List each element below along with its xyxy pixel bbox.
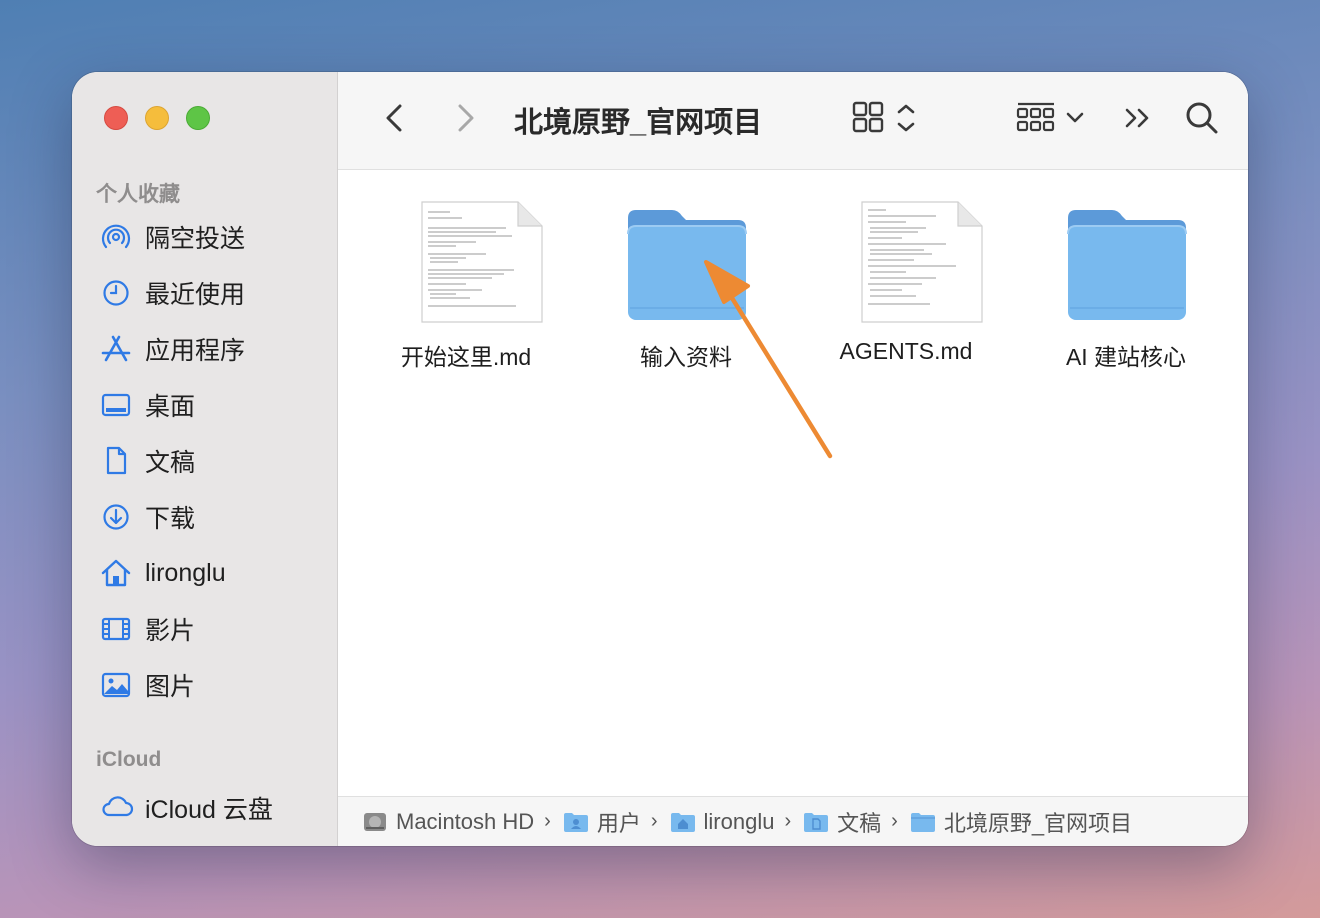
document-thumbnail [366,198,566,328]
folder-icon [627,210,747,320]
sidebar-item-pictures[interactable]: 图片 [72,657,337,713]
chevron-right-icon: › [784,810,792,832]
file-name: AI 建站核心 [1065,344,1187,370]
sidebar-item-label: 最近使用 [145,281,246,309]
grid-view-icon [852,101,884,133]
folder-icon [910,812,935,832]
sidebar-item-label: 影片 [145,617,196,645]
view-mode-button[interactable] [850,98,920,138]
sidebar-item-documents[interactable]: 文稿 [72,433,337,489]
path-crumb-current-folder[interactable]: 北境原野_官网项目 [910,806,1132,838]
folder-thumbnail [586,198,786,328]
sidebar-item-downloads[interactable]: 下载 [72,489,337,545]
forward-button[interactable] [450,98,480,138]
chevron-right-icon: › [544,810,551,832]
chevron-right-icon: › [891,810,898,832]
file-grid: 开始这里.md 输入资料 AGENTS.md AI 建站核心 [338,170,1248,796]
file-item[interactable]: AGENTS.md [806,198,1006,365]
window-title: 北境原野_官网项目 [514,107,763,139]
folder-thumbnail [1026,198,1226,328]
markdown-document-icon [421,201,543,323]
folder-item[interactable]: 输入资料 [586,198,786,372]
path-bar: Macintosh HD › 用户 › lironglu › 文稿 › 北境原野… [338,796,1248,846]
zoom-button[interactable] [186,106,210,130]
back-button[interactable] [380,98,410,138]
group-button[interactable] [1014,98,1090,138]
sidebar-item-home[interactable]: lironglu [72,545,337,601]
file-name: AGENTS.md [839,338,973,364]
sidebar-item-desktop[interactable]: 桌面 [72,377,337,433]
home-folder-icon [670,812,695,832]
airdrop-icon [101,224,131,249]
sidebar-item-applications[interactable]: 应用程序 [72,321,337,377]
users-folder-icon [563,812,588,832]
chevron-right-icon: › [650,810,658,832]
folder-icon [1067,210,1187,320]
search-button[interactable] [1184,98,1220,138]
document-thumbnail [806,198,1006,328]
path-crumb-macintosh-hd[interactable]: Macintosh HD [362,809,534,835]
hard-drive-icon [364,812,386,831]
more-button[interactable] [1122,98,1156,138]
home-icon [101,559,131,587]
documents-folder-icon [804,812,829,832]
sidebar-item-label: 下载 [145,505,196,533]
main-pane: 北境原野_官网项目 开始这里.md 输入资料 AGENTS.md AI 建站核心… [338,72,1248,846]
markdown-document-icon [861,201,983,323]
file-name: 开始这里.md [400,344,532,370]
photo-icon [101,672,131,698]
file-name: 输入资料 [640,344,732,370]
sidebar-item-label: 图片 [145,673,196,701]
group-icon [1016,102,1055,132]
sidebar-item-label: 文稿 [145,449,196,477]
path-crumb-label: Macintosh HD [396,808,535,834]
path-crumb-home[interactable]: lironglu [670,808,775,835]
sidebar-item-icloud-drive[interactable]: iCloud 云盘 [72,778,337,834]
path-crumb-label: lironglu [703,808,775,834]
applications-icon [101,335,131,362]
sidebar-item-label: iCloud 云盘 [145,796,273,824]
sidebar-item-recents[interactable]: 最近使用 [72,265,337,321]
cloud-icon [102,796,134,817]
folder-item[interactable]: AI 建站核心 [1026,198,1226,372]
search-icon [1186,102,1218,134]
download-icon [103,504,129,530]
finder-window: 个人收藏 隔空投送 最近使用 应用程序 桌面 文稿 下载 lironglu 影片… [72,72,1248,846]
icloud-section-title: iCloud [96,748,162,771]
sidebar-item-movies[interactable]: 影片 [72,601,337,657]
sidebar-item-airdrop[interactable]: 隔空投送 [72,209,337,265]
path-crumb-label: 文稿 [837,810,882,836]
film-icon [101,617,131,641]
window-controls [104,106,210,130]
favorites-section-title: 个人收藏 [96,183,180,206]
document-icon [106,446,127,475]
sidebar-item-label: 隔空投送 [145,225,246,253]
minimize-button[interactable] [145,106,169,130]
path-crumb-label: 用户 [596,810,641,836]
sidebar: 个人收藏 隔空投送 最近使用 应用程序 桌面 文稿 下载 lironglu 影片… [72,72,338,846]
path-crumb-documents[interactable]: 文稿 [803,806,881,838]
toolbar: 北境原野_官网项目 [338,72,1248,170]
file-item[interactable]: 开始这里.md [366,198,566,372]
clock-icon [103,280,129,306]
double-chevron-icon [1125,108,1149,128]
close-button[interactable] [104,106,128,130]
sidebar-item-label: 桌面 [145,393,196,421]
sidebar-item-label: lironglu [145,558,226,587]
desktop-icon [101,393,131,417]
sidebar-item-label: 应用程序 [145,337,246,365]
favorites-list: 隔空投送 最近使用 应用程序 桌面 文稿 下载 lironglu 影片 图片 [72,209,337,713]
path-crumb-label: 北境原野_官网项目 [943,810,1133,836]
path-crumb-users[interactable]: 用户 [563,806,641,838]
